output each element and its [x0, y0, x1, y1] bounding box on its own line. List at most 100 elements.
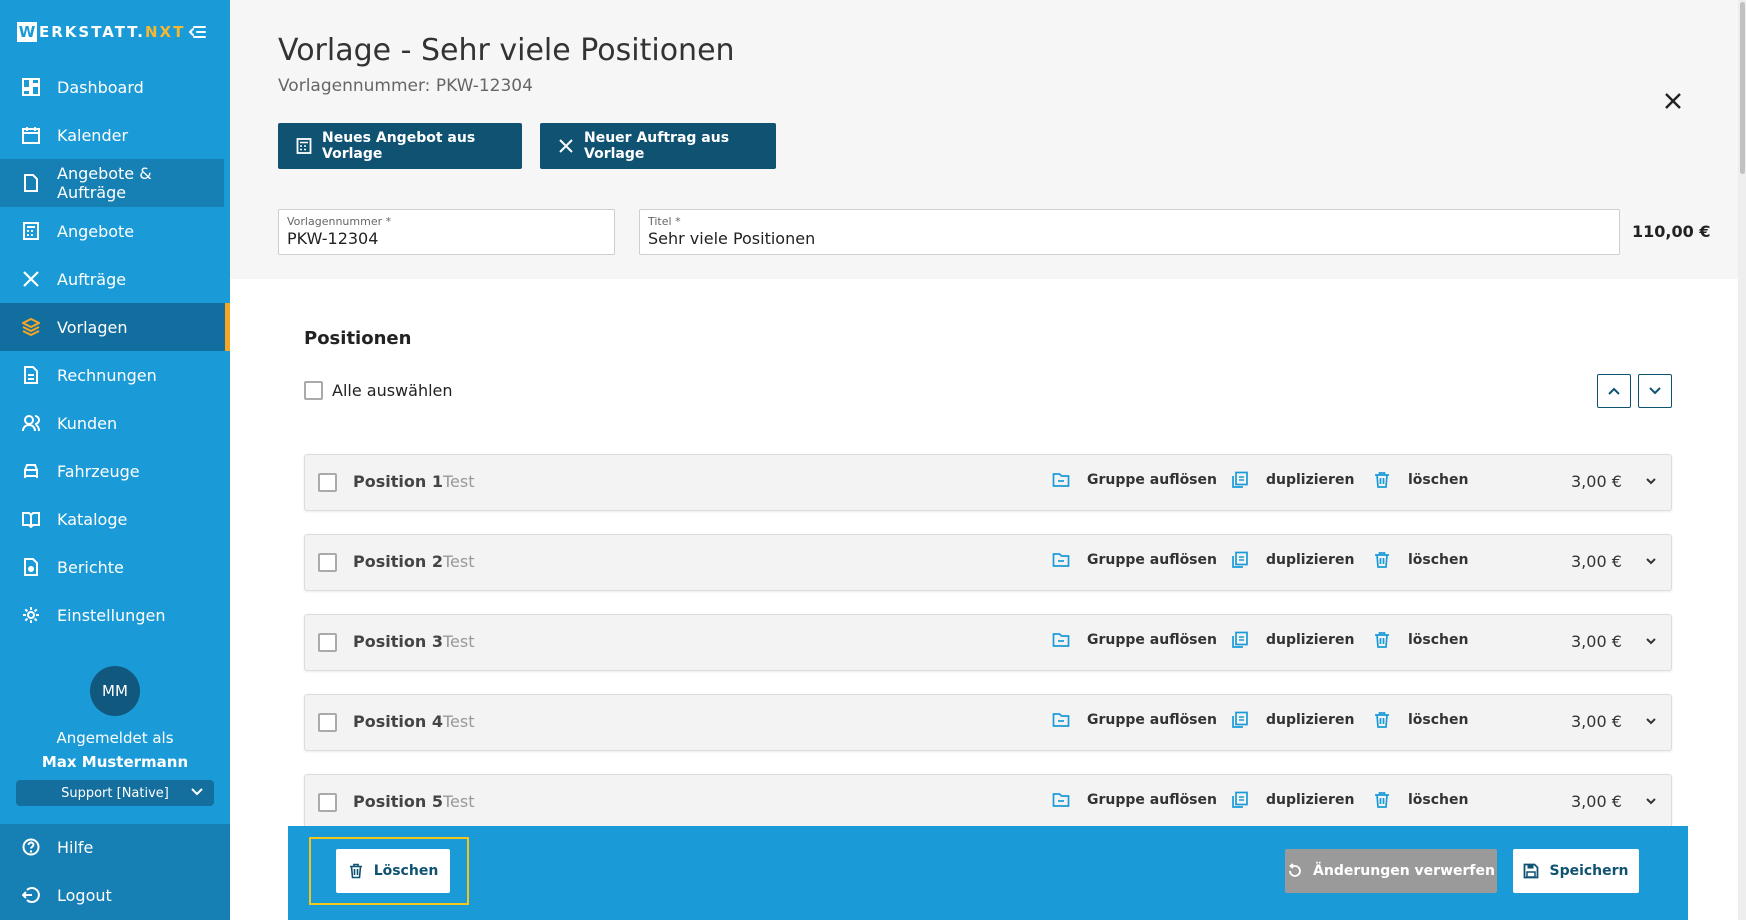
- position-row[interactable]: Position 3 Test Gruppe auflösen duplizieren…: [304, 614, 1672, 671]
- position-name: Position 1: [353, 472, 443, 491]
- template-number-label: Vorlagennummer *: [287, 215, 392, 228]
- total-amount: 110,00 €: [1632, 222, 1711, 241]
- sidebar-item-vorlagen[interactable]: Vorlagen: [0, 303, 230, 351]
- ungroup-button[interactable]: Gruppe auflösen: [1052, 471, 1217, 489]
- duplicate-button[interactable]: duplizieren: [1231, 551, 1354, 569]
- discard-changes-button[interactable]: Änderungen verwerfen: [1285, 849, 1497, 893]
- folder-minus-icon: [1052, 791, 1070, 809]
- tools-icon: [22, 270, 40, 288]
- save-label: Speichern: [1549, 863, 1629, 879]
- sidebar-item-rechnungen[interactable]: Rechnungen: [0, 351, 230, 399]
- position-row[interactable]: Position 2 Test Gruppe auflösen duplizieren…: [304, 534, 1672, 591]
- duplicate-label: duplizieren: [1266, 632, 1355, 648]
- collapse-sidebar-icon[interactable]: [188, 22, 208, 42]
- select-all-checkbox[interactable]: Alle auswählen: [304, 381, 453, 400]
- ungroup-label: Gruppe auflösen: [1087, 632, 1217, 648]
- new-offer-from-template-button[interactable]: Neues Angebot aus Vorlage: [278, 123, 522, 169]
- scrollbar-thumb[interactable]: [1740, 2, 1745, 174]
- position-price: 3,00 €: [1571, 472, 1622, 491]
- folder-minus-icon: [1052, 471, 1070, 489]
- sidebar-item-label: Einstellungen: [57, 605, 166, 625]
- sidebar-item-fahrzeuge[interactable]: Fahrzeuge: [0, 447, 230, 495]
- ungroup-button[interactable]: Gruppe auflösen: [1052, 711, 1217, 729]
- title-label: Titel *: [648, 215, 681, 228]
- sidebar-item-auftraege[interactable]: Aufträge: [0, 255, 230, 303]
- calculator-icon: [296, 138, 312, 154]
- sidebar-item-logout[interactable]: Logout: [0, 871, 230, 919]
- chevron-down-icon[interactable]: [1645, 635, 1657, 647]
- delete-selected-button[interactable]: Löschen: [336, 849, 450, 893]
- sidebar-item-angebote-auftraege[interactable]: Angebote & Aufträge: [0, 159, 224, 207]
- sidebar-item-hilfe[interactable]: Hilfe: [0, 823, 230, 871]
- template-number-value: PKW-12304: [287, 229, 379, 248]
- position-price: 3,00 €: [1571, 712, 1622, 731]
- chevron-down-icon[interactable]: [1645, 555, 1657, 567]
- position-subtitle: Test: [443, 552, 475, 571]
- close-icon[interactable]: [1662, 90, 1684, 112]
- new-order-label: Neuer Auftrag aus Vorlage: [584, 130, 730, 162]
- sidebar-item-label: Kataloge: [57, 509, 128, 529]
- sidebar-item-kalender[interactable]: Kalender: [0, 111, 230, 159]
- copy-icon: [1231, 551, 1249, 569]
- ungroup-button[interactable]: Gruppe auflösen: [1052, 551, 1217, 569]
- discard-label: Änderungen verwerfen: [1313, 863, 1495, 879]
- delete-button[interactable]: löschen: [1373, 791, 1468, 809]
- position-checkbox[interactable]: [318, 553, 337, 572]
- duplicate-button[interactable]: duplizieren: [1231, 631, 1354, 649]
- delete-button[interactable]: löschen: [1373, 551, 1468, 569]
- trash-icon: [1373, 631, 1391, 649]
- duplicate-label: duplizieren: [1266, 472, 1355, 488]
- logo-mark: W: [17, 22, 37, 42]
- logo-text-main: ERKSTATT.: [39, 23, 145, 41]
- chevron-down-icon[interactable]: [1645, 715, 1657, 727]
- calendar-icon: [22, 126, 40, 144]
- role-select-value: Support [Native]: [61, 785, 169, 801]
- position-subtitle: Test: [443, 712, 475, 731]
- copy-icon: [1231, 711, 1249, 729]
- page-title: Vorlage - Sehr viele Positionen: [278, 33, 735, 68]
- sidebar-item-kataloge[interactable]: Kataloge: [0, 495, 230, 543]
- title-field[interactable]: Titel * Sehr viele Positionen: [639, 209, 1620, 255]
- new-order-from-template-button[interactable]: Neuer Auftrag aus Vorlage: [540, 123, 776, 169]
- duplicate-button[interactable]: duplizieren: [1231, 791, 1354, 809]
- sidebar: W ERKSTATT.NXT Dashboard Kalender Angebo…: [0, 0, 230, 920]
- position-checkbox[interactable]: [318, 793, 337, 812]
- sidebar-item-angebote[interactable]: Angebote: [0, 207, 230, 255]
- save-button[interactable]: Speichern: [1513, 849, 1639, 893]
- sidebar-item-kunden[interactable]: Kunden: [0, 399, 230, 447]
- report-icon: [22, 558, 40, 576]
- ungroup-button[interactable]: Gruppe auflösen: [1052, 791, 1217, 809]
- expand-all-button[interactable]: [1638, 374, 1672, 408]
- position-checkbox[interactable]: [318, 633, 337, 652]
- sidebar-item-label: Angebote: [57, 221, 135, 241]
- delete-button[interactable]: löschen: [1373, 631, 1468, 649]
- collapse-all-button[interactable]: [1597, 374, 1631, 408]
- sidebar-item-label: Logout: [57, 885, 112, 905]
- position-row[interactable]: Position 4 Test Gruppe auflösen duplizieren…: [304, 694, 1672, 751]
- sidebar-item-einstellungen[interactable]: Einstellungen: [0, 591, 230, 639]
- position-checkbox[interactable]: [318, 713, 337, 732]
- delete-button[interactable]: löschen: [1373, 711, 1468, 729]
- avatar[interactable]: MM: [90, 666, 140, 716]
- role-select[interactable]: Support [Native]: [16, 780, 214, 806]
- ungroup-button[interactable]: Gruppe auflösen: [1052, 631, 1217, 649]
- template-number-field[interactable]: Vorlagennummer * PKW-12304: [278, 209, 615, 255]
- position-row[interactable]: Position 1 Test Gruppe auflösen duplizieren…: [304, 454, 1672, 511]
- chevron-down-icon[interactable]: [1645, 475, 1657, 487]
- sidebar-item-label: Kalender: [57, 125, 129, 145]
- delete-button[interactable]: löschen: [1373, 471, 1468, 489]
- positions-title: Positionen: [304, 328, 412, 349]
- duplicate-label: duplizieren: [1266, 712, 1355, 728]
- save-icon: [1523, 863, 1539, 879]
- position-price: 3,00 €: [1571, 632, 1622, 651]
- position-checkbox[interactable]: [318, 473, 337, 492]
- sidebar-item-dashboard[interactable]: Dashboard: [0, 63, 230, 111]
- duplicate-button[interactable]: duplizieren: [1231, 471, 1354, 489]
- sidebar-item-berichte[interactable]: Berichte: [0, 543, 230, 591]
- checkbox[interactable]: [304, 381, 323, 400]
- tools-icon: [558, 138, 574, 154]
- duplicate-button[interactable]: duplizieren: [1231, 711, 1354, 729]
- position-row[interactable]: Position 5 Test Gruppe auflösen duplizieren…: [304, 774, 1672, 831]
- dashboard-icon: [22, 78, 40, 96]
- chevron-down-icon[interactable]: [1645, 795, 1657, 807]
